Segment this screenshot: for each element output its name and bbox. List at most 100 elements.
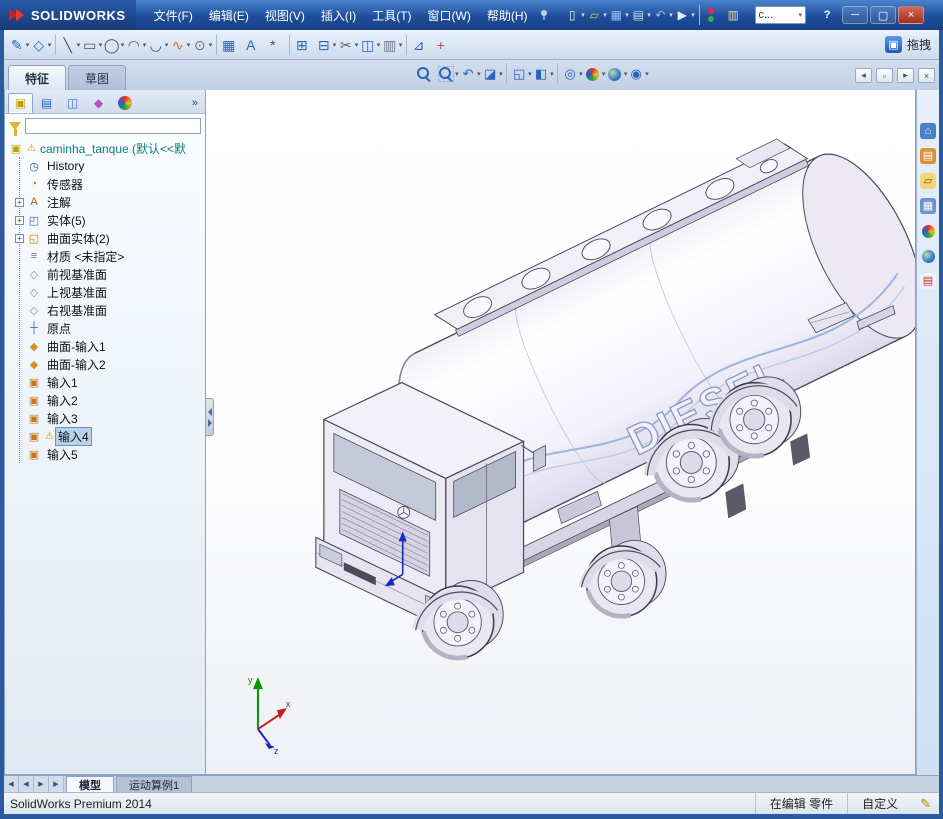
featuremanager-tab-icon[interactable]: ▣: [8, 92, 33, 113]
open-document-icon[interactable]: ▱ ▾: [586, 5, 608, 25]
hide-show-icon[interactable]: ◎ ▾: [561, 63, 583, 85]
menu-item[interactable]: 视图(V): [257, 3, 313, 28]
tangent-arc-icon[interactable]: ◡ ▾: [147, 33, 169, 57]
apply-scene-icon[interactable]: ▾: [605, 63, 627, 85]
previous-view-icon[interactable]: ↶ ▾: [459, 63, 481, 85]
task-pane-scenes-icon[interactable]: [919, 247, 937, 265]
tree-item[interactable]: + ◇ ⚠ 上视基准面: [15, 283, 205, 301]
undo-icon[interactable]: ↶ ▾: [652, 5, 674, 25]
configurationmanager-tab-icon[interactable]: ◫: [60, 93, 85, 113]
tree-root[interactable]: ▣ ⚠ caminha_tanque (默认<<默: [9, 139, 205, 157]
minimize-button[interactable]: ─: [842, 6, 869, 24]
line-icon[interactable]: ╲ ▾: [59, 33, 81, 57]
sketch-icon[interactable]: ✎ ▾: [8, 33, 30, 57]
drag-hint-label[interactable]: 拖拽: [907, 36, 931, 53]
zoom-area-icon[interactable]: ▾: [437, 63, 459, 85]
tree-item[interactable]: + ▣ ⚠ 输入5: [15, 445, 205, 463]
print-icon[interactable]: ▤ ▾: [630, 5, 652, 25]
task-pane-view-palette-icon[interactable]: ▦: [919, 197, 937, 215]
pane-restore-icon[interactable]: ▫: [876, 68, 893, 83]
propertymanager-tab-icon[interactable]: ▤: [34, 93, 59, 113]
tree-item[interactable]: + ▣ ⚠ 输入3: [15, 409, 205, 427]
smart-dimension-icon[interactable]: ◇ ▾: [30, 33, 52, 57]
panel-splitter[interactable]: [206, 398, 214, 436]
task-pane-custom-properties-icon[interactable]: ▤: [919, 272, 937, 290]
tree-item[interactable]: + ◇ ⚠ 前视基准面: [15, 265, 205, 283]
arc-icon[interactable]: ◠ ▾: [125, 33, 147, 57]
menu-item[interactable]: 窗口(W): [420, 3, 479, 28]
filter-funnel-icon[interactable]: [9, 122, 21, 136]
view-settings-icon[interactable]: ◉ ▾: [627, 63, 649, 85]
status-lights-icon[interactable]: ▾: [703, 5, 725, 25]
clipboard-icon[interactable]: ▥▾: [725, 5, 747, 25]
model-tabs-first-icon[interactable]: ◀: [4, 776, 19, 792]
pane-close-icon[interactable]: ×: [918, 68, 935, 83]
task-pane-file-explorer-icon[interactable]: ▱: [919, 172, 937, 190]
search-input[interactable]: [758, 9, 799, 21]
tree-item[interactable]: + ▣ ⚠ 输入4: [15, 426, 205, 446]
point-icon[interactable]: *▾: [264, 33, 286, 57]
tree-item[interactable]: + ◆ ⚠ 曲面-输入1: [15, 337, 205, 355]
task-pane-design-library-icon[interactable]: ▤: [919, 147, 937, 165]
pane-collapse-left-icon[interactable]: ◂: [855, 68, 872, 83]
zoom-fit-icon[interactable]: ▾: [415, 63, 437, 85]
model-tabs-next-icon[interactable]: ▶: [34, 776, 49, 792]
display-style-icon[interactable]: ◧ ▾: [532, 63, 554, 85]
relations-icon[interactable]: ⊿▾: [410, 33, 432, 57]
menu-item[interactable]: 插入(I): [313, 3, 364, 28]
menu-pin-icon[interactable]: [538, 9, 550, 21]
trim-entities-icon[interactable]: ✂ ▾: [337, 33, 359, 57]
menu-item[interactable]: 编辑(E): [201, 3, 257, 28]
task-pane-appearances-icon[interactable]: [919, 222, 937, 240]
view-orientation-icon[interactable]: ◱ ▾: [510, 63, 532, 85]
ellipse-icon[interactable]: ⊙ ▾: [191, 33, 213, 57]
tree-item[interactable]: + ▣ ⚠ 输入1: [15, 373, 205, 391]
close-button[interactable]: ×: [898, 6, 925, 24]
model-canvas[interactable]: DIESEL x y z: [206, 90, 915, 774]
model-tabs-last-icon[interactable]: ▶: [49, 776, 64, 792]
tree-item[interactable]: + ◆ ⚠ 曲面-输入2: [15, 355, 205, 373]
tree-item[interactable]: + ◇ ⚠ 右视基准面: [15, 301, 205, 319]
convert-entities-icon[interactable]: ⊞▾: [293, 33, 315, 57]
sketch-pattern-icon[interactable]: ▦▾: [220, 33, 242, 57]
pane-collapse-right-icon[interactable]: ▸: [897, 68, 914, 83]
menu-item[interactable]: 帮助(H): [479, 3, 536, 28]
graphics-viewport[interactable]: DIESEL x y z: [206, 90, 916, 775]
tree-item[interactable]: + ≡ ⚠ 材质 <未指定>: [15, 247, 205, 265]
tab-features[interactable]: 特征: [8, 65, 67, 90]
tree-item[interactable]: + ◱ ⚠ 曲面实体(2): [15, 229, 205, 247]
task-pane-resources-icon[interactable]: ⌂: [919, 122, 937, 140]
offset-entities-icon[interactable]: ⊟ ▾: [315, 33, 337, 57]
model-tab[interactable]: 模型: [66, 776, 114, 792]
section-view-icon[interactable]: ◪ ▾: [481, 63, 503, 85]
search-dropdown-icon[interactable]: ▾: [799, 11, 803, 19]
repair-sketch-icon[interactable]: +▾: [432, 33, 454, 57]
dimxpertmanager-tab-icon[interactable]: ◆: [86, 93, 111, 113]
tree-item[interactable]: + ◰ ⚠ 实体(5): [15, 211, 205, 229]
rectangle-icon[interactable]: ▭ ▾: [81, 33, 103, 57]
truck-model[interactable]: DIESEL: [315, 106, 915, 658]
help-button[interactable]: ?: [814, 6, 840, 24]
manager-tabs-overflow-icon[interactable]: »: [188, 97, 202, 109]
tree-item[interactable]: + A ⚠ 注解: [15, 193, 205, 211]
mirror-entities-icon[interactable]: ◫ ▾: [359, 33, 381, 57]
linear-pattern-icon[interactable]: ▥ ▾: [381, 33, 403, 57]
displaymanager-tab-icon[interactable]: [112, 93, 137, 113]
model-tabs-prev-icon[interactable]: ◀: [19, 776, 34, 792]
circle-icon[interactable]: ◯ ▾: [103, 33, 125, 57]
filter-input[interactable]: [25, 118, 201, 134]
expander-icon[interactable]: +: [15, 197, 24, 207]
expander-icon[interactable]: +: [15, 215, 24, 225]
menu-item[interactable]: 工具(T): [364, 3, 419, 28]
menu-item[interactable]: 文件(F): [146, 3, 201, 28]
text-icon[interactable]: A▾: [242, 33, 264, 57]
save-icon[interactable]: ▦ ▾: [608, 5, 630, 25]
custom-status[interactable]: 自定义: [847, 793, 912, 814]
maximize-button[interactable]: ▢: [870, 6, 897, 24]
edit-appearance-icon[interactable]: ▾: [583, 63, 605, 85]
solidworks-badge-icon[interactable]: ▣: [884, 36, 902, 53]
spline-icon[interactable]: ∿ ▾: [169, 33, 191, 57]
motion-study-tab[interactable]: 运动算例1: [116, 776, 193, 792]
tab-sketch[interactable]: 草图: [68, 65, 127, 90]
select-icon[interactable]: ▶ ▾: [674, 5, 696, 25]
